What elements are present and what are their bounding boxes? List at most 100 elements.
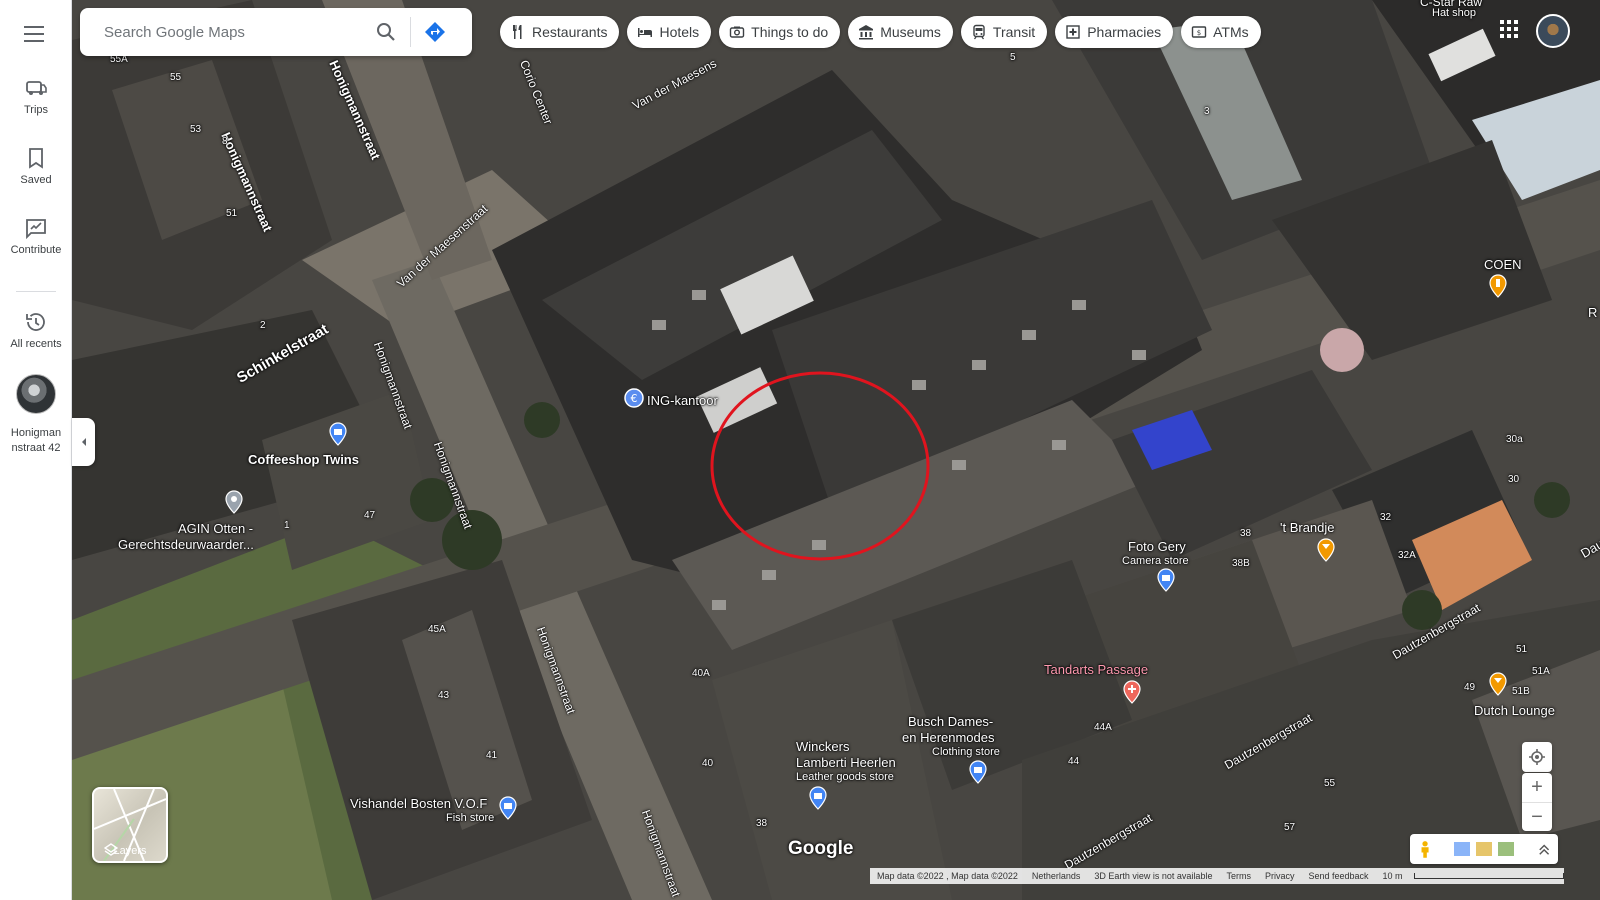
imagery-thumbnail-1[interactable] [1454,842,1470,856]
rail-all-recents[interactable]: All recents [0,310,72,350]
house-number: 38B [1232,558,1250,569]
rail-trips[interactable]: Trips [0,76,72,116]
chip-transit[interactable]: Transit [960,16,1048,48]
earth-view-notice: 3D Earth view is not available [1094,871,1213,881]
search-button[interactable] [366,12,406,52]
poi-coffeeshop-twins-label[interactable]: Coffeeshop Twins [248,452,359,467]
bar-pin-icon[interactable] [1316,538,1336,562]
recent-place-label-line1: Honigman [10,427,62,439]
scale-label[interactable]: 10 m [1376,871,1410,881]
house-number: 55 [170,72,182,83]
house-number: 1 [284,520,290,531]
house-number: 51A [1532,666,1550,677]
svg-text:€: € [631,392,638,405]
country-link[interactable]: Netherlands [1025,871,1088,881]
search-input[interactable] [104,23,366,41]
place-pin-icon[interactable] [224,490,244,514]
layers-button[interactable]: Layers [92,787,168,863]
satellite-map[interactable]: Honigmannstraat Honigmannstraat Schinkel… [72,0,1600,900]
rail-trips-label: Trips [23,104,49,116]
rail-contribute[interactable]: Contribute [0,216,72,256]
medical-pin-icon[interactable] [1122,680,1142,704]
shopping-pin-icon[interactable] [328,422,348,446]
poi-winckers-label-line2[interactable]: Lamberti Heerlen [796,755,896,770]
privacy-link[interactable]: Privacy [1258,871,1302,881]
camera-icon [729,26,745,38]
terms-link[interactable]: Terms [1219,871,1258,881]
house-number: 49 [1464,682,1476,693]
my-location-button[interactable] [1522,742,1552,772]
chevron-up-icon[interactable] [1538,842,1550,856]
chip-museums-label: Museums [880,24,941,40]
museum-icon [859,25,874,40]
category-chips: Restaurants Hotels Things to do Museums … [500,16,1261,48]
shopping-pin-icon[interactable] [1156,568,1176,592]
bookmark-icon [29,148,43,169]
poi-busch-type: Clothing store [932,746,1000,758]
chip-museums[interactable]: Museums [848,16,953,48]
imagery-thumbnail-2[interactable] [1475,842,1492,856]
chip-pharmacies[interactable]: Pharmacies [1055,16,1174,48]
house-number: 57 [1284,822,1296,833]
bank-pin-icon[interactable]: € [624,388,644,412]
atm-icon: $ [1191,26,1207,38]
poi-busch-label-line2[interactable]: en Herenmodes [902,730,995,745]
account-avatar[interactable] [1536,14,1570,48]
house-number: 5 [1010,52,1016,63]
house-number: 38 [756,818,768,829]
chip-restaurants[interactable]: Restaurants [500,16,620,48]
recent-place-label-line2: nstraat 42 [11,442,61,454]
send-feedback-link[interactable]: Send feedback [1301,871,1375,881]
zoom-in-button[interactable]: + [1522,773,1552,802]
poi-winckers-label-line1[interactable]: Winckers [796,739,849,754]
zoom-controls: + − [1522,773,1552,831]
menu-button[interactable] [24,26,44,42]
house-number: 51 [226,208,238,219]
shopping-pin-icon[interactable] [498,796,518,820]
poi-agin-otten-label-line2[interactable]: Gerechtsdeurwaarder... [118,537,254,552]
house-number: 8 [222,136,228,147]
apps-grid-button[interactable] [1500,20,1520,40]
poi-ing-kantoor-label[interactable]: ING-kantoor [647,393,718,408]
house-number: 40 [702,758,714,769]
chip-things-to-do[interactable]: Things to do [719,16,841,48]
zoom-out-button[interactable]: − [1522,803,1552,832]
chip-restaurants-label: Restaurants [532,24,608,40]
poi-tandarts-passage-label[interactable]: Tandarts Passage [1044,662,1148,677]
svg-text:$: $ [1197,29,1201,37]
imagery-thumbnail-3[interactable] [1497,842,1514,856]
rail-saved[interactable]: Saved [0,146,72,186]
rail-recent-place[interactable]: Honigman nstraat 42 [0,374,72,456]
poi-foto-gery-label[interactable]: Foto Gery [1128,539,1186,554]
poi-vishandel-label[interactable]: Vishandel Bosten V.O.F [350,796,487,811]
house-number: 43 [438,690,450,701]
pegman-icon[interactable] [1418,839,1432,859]
chip-atms[interactable]: $ ATMs [1181,16,1261,48]
train-icon [973,24,985,40]
poi-coen-label[interactable]: COEN [1484,257,1522,272]
poi-agin-otten-label-line1[interactable]: AGIN Otten - [178,521,253,536]
bar-pin-icon[interactable] [1488,672,1508,696]
scale-bar[interactable] [1413,873,1564,879]
chip-hotels[interactable]: Hotels [627,16,712,48]
search-icon [377,23,395,41]
house-number: 44 [1068,756,1080,767]
poi-busch-label-line1[interactable]: Busch Dames- [908,714,993,729]
search-box [80,8,472,56]
menu-icon [24,26,44,28]
shopping-pin-icon[interactable] [808,786,828,810]
search-separator [410,17,411,47]
minus-icon: − [1531,806,1543,828]
shopping-pin-icon[interactable] [968,760,988,784]
rail-all-recents-label: All recents [10,338,62,350]
rail-contribute-label: Contribute [10,244,62,256]
poi-t-brandje-label[interactable]: 't Brandje [1280,520,1335,535]
plus-icon: + [1531,776,1543,798]
directions-button[interactable] [415,12,455,52]
map-data-label: Map data ©2022 , Map data ©2022 [877,871,1018,881]
food-pin-icon[interactable] [1488,274,1508,298]
trips-icon [26,81,47,95]
poi-dutch-lounge-label[interactable]: Dutch Lounge [1474,703,1555,718]
house-number: 32A [1398,550,1416,561]
collapse-panel-button[interactable] [72,418,95,466]
